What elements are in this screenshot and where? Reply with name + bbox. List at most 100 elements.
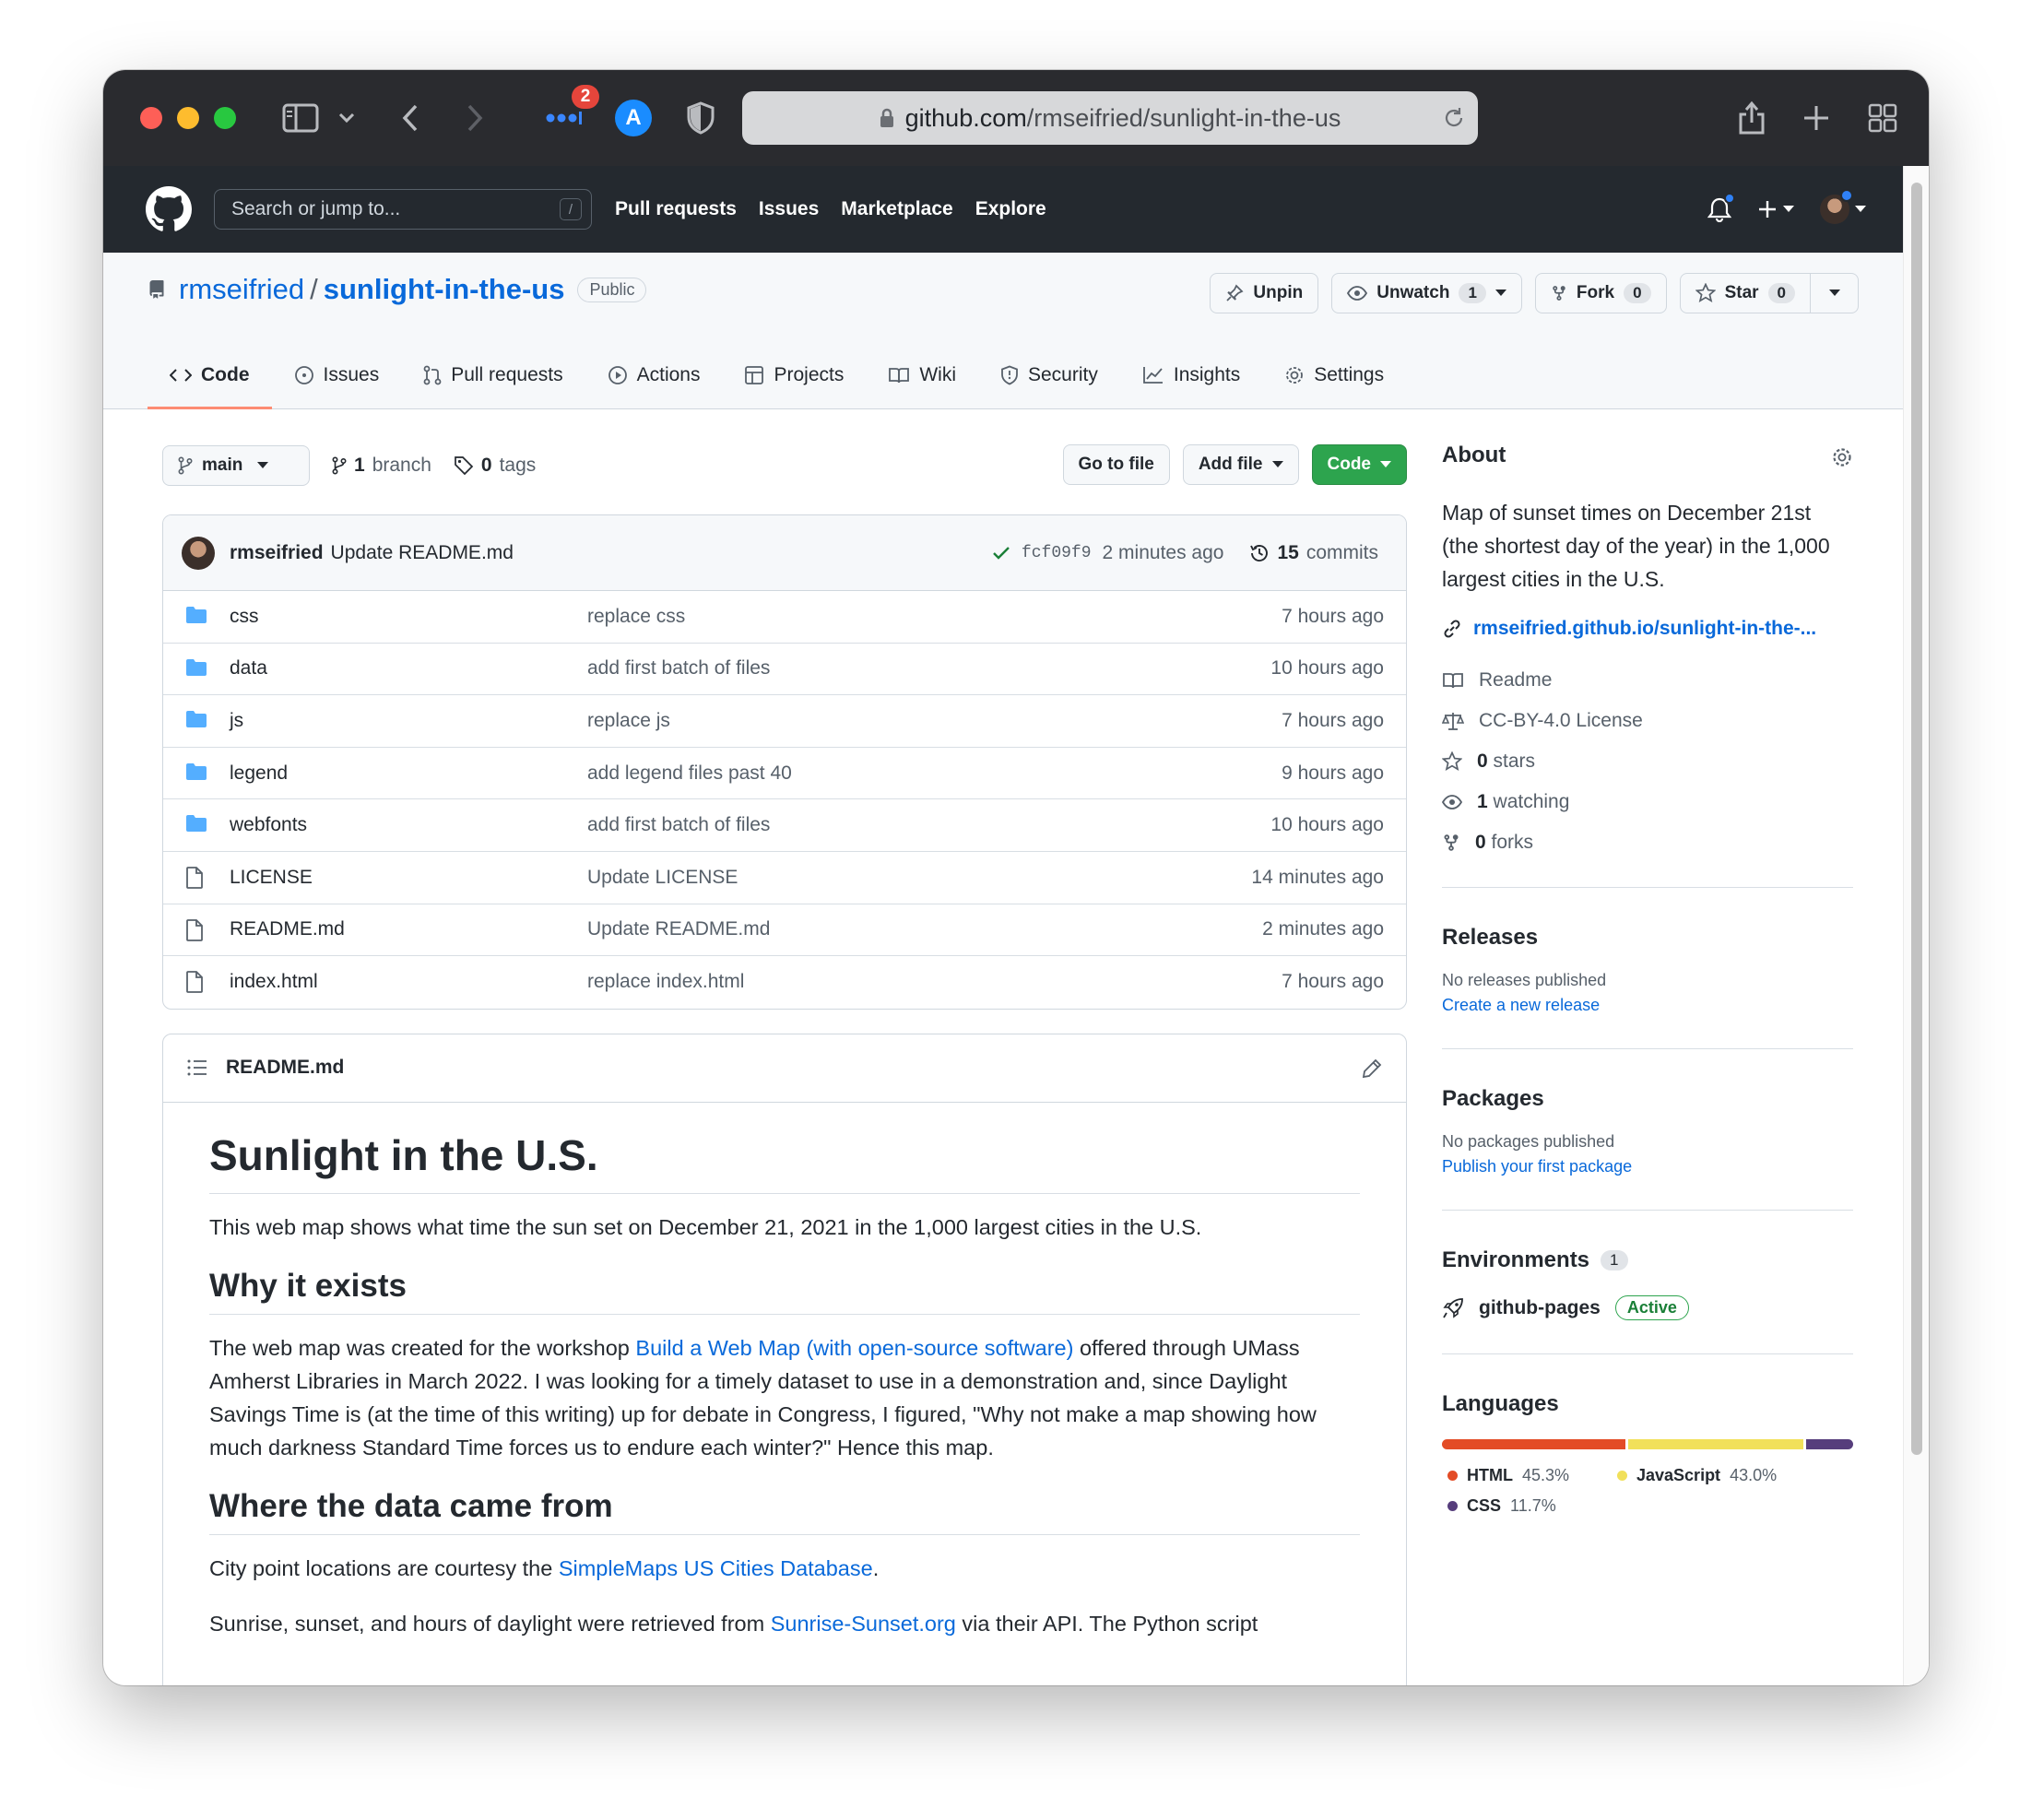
file-row[interactable]: js replace js 7 hours ago (163, 695, 1406, 748)
simplemaps-link[interactable]: SimpleMaps US Cities Database (559, 1556, 873, 1580)
website-link[interactable]: rmseifried.github.io/sunlight-in-the-... (1442, 618, 1853, 640)
tab-issues[interactable]: Issues (272, 340, 402, 409)
watchers-link[interactable]: 1 watching (1442, 782, 1853, 822)
tab-pull-requests[interactable]: Pull requests (401, 340, 585, 409)
address-bar[interactable]: github.com/rmseifried/sunlight-in-the-us (742, 91, 1478, 145)
zoom-window-button[interactable] (214, 107, 236, 129)
commit-author[interactable]: rmseifried (230, 542, 324, 564)
github-logo-icon[interactable] (146, 186, 192, 232)
repo-owner-link[interactable]: rmseifried (179, 273, 304, 306)
gear-icon[interactable] (1831, 446, 1853, 468)
scrollbar-thumb[interactable] (1911, 183, 1922, 1455)
unpin-button[interactable]: Unpin (1210, 273, 1319, 313)
fork-button[interactable]: Fork 0 (1534, 273, 1667, 313)
minimize-window-button[interactable] (177, 107, 199, 129)
sidebar-toggle-icon[interactable] (278, 96, 323, 140)
workshop-link[interactable]: Build a Web Map (with open-source softwa… (635, 1336, 1073, 1360)
commit-sha[interactable]: fcf09f9 (1022, 544, 1092, 562)
file-row[interactable]: index.html replace index.html 7 hours ago (163, 956, 1406, 1009)
file-row[interactable]: webfonts add first batch of files 10 hours… (163, 799, 1406, 852)
search-input[interactable]: Search or jump to... / (214, 189, 592, 230)
sunrise-sunset-link[interactable]: Sunrise-Sunset.org (771, 1612, 956, 1636)
file-name-link[interactable]: README.md (230, 918, 345, 940)
star-list-dropdown[interactable] (1811, 273, 1859, 313)
tab-projects[interactable]: Projects (722, 340, 866, 409)
add-file-button[interactable]: Add file (1182, 444, 1299, 485)
star-button[interactable]: Star 0 (1679, 273, 1811, 313)
environments-heading[interactable]: Environments (1442, 1247, 1589, 1273)
file-commit-message[interactable]: add first batch of files (587, 657, 770, 680)
tab-security[interactable]: Security (978, 340, 1120, 409)
file-row[interactable]: legend add legend files past 40 9 hours ag… (163, 748, 1406, 800)
page-scrollbar[interactable] (1903, 166, 1929, 1685)
file-name-link[interactable]: data (230, 657, 267, 680)
file-commit-message[interactable]: add first batch of files (587, 814, 770, 836)
create-new-icon[interactable] (1757, 199, 1794, 219)
file-name-link[interactable]: legend (230, 762, 288, 785)
environment-name[interactable]: github-pages (1479, 1297, 1601, 1319)
back-icon[interactable] (396, 96, 424, 140)
code-button[interactable]: Code (1311, 444, 1407, 485)
share-icon[interactable] (1733, 96, 1770, 140)
releases-section: Releases No releases published Create a … (1442, 888, 1853, 1049)
nav-marketplace[interactable]: Marketplace (841, 198, 952, 220)
stars-link[interactable]: 0 stars (1442, 741, 1853, 782)
file-name-link[interactable]: js (230, 710, 243, 732)
releases-heading[interactable]: Releases (1442, 925, 1853, 951)
tab-settings[interactable]: Settings (1262, 340, 1406, 409)
file-commit-message[interactable]: replace css (587, 606, 685, 628)
nav-issues[interactable]: Issues (759, 198, 819, 220)
file-name-link[interactable]: LICENSE (230, 867, 313, 889)
file-name-link[interactable]: index.html (230, 971, 318, 993)
tab-actions[interactable]: Actions (585, 340, 723, 409)
new-tab-icon[interactable] (1798, 96, 1835, 140)
language-item[interactable]: JavaScript 43.0% (1612, 1460, 1781, 1491)
tags-link[interactable]: 0 tags (454, 455, 536, 477)
language-item[interactable]: CSS 11.7% (1442, 1491, 1612, 1521)
link-icon (1442, 619, 1462, 639)
nav-pull-requests[interactable]: Pull requests (615, 198, 737, 220)
file-row[interactable]: README.md Update README.md 2 minutes ago (163, 904, 1406, 957)
commit-message[interactable]: Update README.md (331, 542, 514, 564)
publish-package-link[interactable]: Publish your first package (1442, 1157, 1853, 1176)
shield-icon[interactable] (682, 96, 719, 140)
pencil-icon[interactable] (1362, 1058, 1382, 1079)
branch-count: 1 (354, 455, 365, 476)
outline-list-icon[interactable] (187, 1059, 207, 1076)
tab-insights[interactable]: Insights (1120, 340, 1262, 409)
unwatch-button[interactable]: Unwatch 1 (1331, 273, 1522, 313)
file-name-link[interactable]: css (230, 606, 259, 628)
user-avatar[interactable] (1820, 189, 1866, 224)
extension-a-icon[interactable]: A (613, 96, 654, 140)
create-release-link[interactable]: Create a new release (1442, 996, 1853, 1015)
go-to-file-button[interactable]: Go to file (1062, 444, 1170, 485)
packages-heading[interactable]: Packages (1442, 1086, 1853, 1112)
file-commit-message[interactable]: add legend files past 40 (587, 762, 792, 785)
nav-explore[interactable]: Explore (975, 198, 1046, 220)
license-link[interactable]: CC-BY-4.0 License (1442, 701, 1853, 741)
reload-icon[interactable] (1443, 107, 1465, 129)
bell-icon[interactable] (1707, 193, 1735, 222)
forward-icon[interactable] (461, 96, 489, 140)
tab-overview-icon[interactable] (1864, 96, 1901, 140)
file-row[interactable]: LICENSE Update LICENSE 14 minutes ago (163, 852, 1406, 904)
tab-code[interactable]: Code (148, 340, 272, 409)
file-name-link[interactable]: webfonts (230, 814, 307, 836)
file-row[interactable]: css replace css 7 hours ago (163, 591, 1406, 644)
commit-author-avatar[interactable] (182, 536, 215, 570)
file-commit-message[interactable]: Update LICENSE (587, 867, 738, 889)
chevron-down-icon[interactable] (334, 96, 360, 140)
language-item[interactable]: HTML 45.3% (1442, 1460, 1612, 1491)
branches-link[interactable]: 1 branch (332, 455, 431, 477)
file-commit-message[interactable]: Update README.md (587, 918, 770, 940)
readme-link[interactable]: Readme (1442, 660, 1853, 701)
branch-select-button[interactable]: main (162, 445, 310, 486)
file-commit-message[interactable]: replace index.html (587, 971, 744, 993)
close-window-button[interactable] (140, 107, 162, 129)
commits-link[interactable]: 15 commits (1249, 542, 1378, 564)
file-row[interactable]: data add first batch of files 10 hours ago (163, 644, 1406, 696)
tab-wiki[interactable]: Wiki (866, 340, 978, 409)
forks-link[interactable]: 0 forks (1442, 822, 1853, 863)
repo-name-link[interactable]: sunlight-in-the-us (324, 273, 565, 306)
file-commit-message[interactable]: replace js (587, 710, 670, 732)
